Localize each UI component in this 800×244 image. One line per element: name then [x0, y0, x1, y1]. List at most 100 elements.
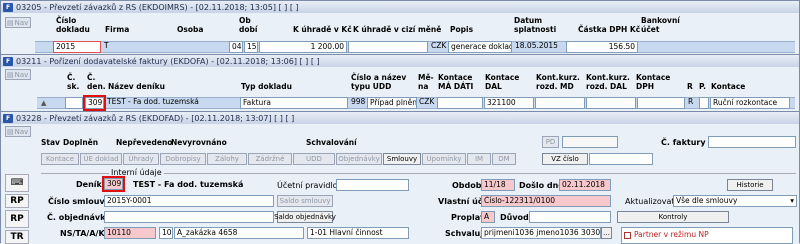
col-header-kontace-md: Kontace MÁ DÁTI — [438, 73, 474, 91]
status-stav-label: Stav — [41, 138, 60, 147]
ue-doklad-button[interactable]: ÚE doklad — [80, 153, 122, 165]
upominky-button[interactable]: Upomínky — [422, 153, 466, 165]
duvod-label: Důvod — [500, 213, 529, 222]
denik-field[interactable]: 309 — [102, 176, 125, 192]
vlastni-ucet-field[interactable]: Číslo-122311/0100 — [481, 195, 611, 207]
cell-kontace-md[interactable] — [437, 97, 483, 109]
window-titlebar[interactable]: F 03211 - Pořízení dodavatelské faktury … — [1, 55, 799, 67]
cell-kurz-md[interactable] — [535, 97, 585, 109]
cell-splatnost[interactable]: 18.05.2015 — [513, 41, 565, 53]
cell-r[interactable]: R — [686, 97, 697, 109]
cell-c-den[interactable]: 309 — [83, 95, 106, 111]
c-objednavky-field[interactable] — [104, 211, 274, 223]
partner-label: Partner v režimu NP — [634, 230, 709, 239]
ucetni-pravidlo-label: Účetní pravidlo — [277, 181, 338, 190]
rp-icon[interactable]: RP — [5, 194, 29, 208]
col-header-kurz-dal: Kont.kurz. rozd. DAL — [586, 73, 630, 91]
col-header-bankovni: Bankovní účet — [641, 16, 680, 34]
duvod-field[interactable] — [529, 211, 611, 223]
vz-cislo-button[interactable]: VZ číslo — [542, 153, 588, 165]
status-neprevedeno: Nepřevedeno — [116, 138, 173, 147]
cell-kurz-dal[interactable] — [586, 97, 636, 109]
zadrzne-button[interactable]: Zádržné — [248, 153, 292, 165]
zalohy-button[interactable]: Zálohy — [207, 153, 247, 165]
rp-flag-icon[interactable]: RP — [5, 210, 29, 228]
kp-field[interactable]: 1-01 Hlavní činnost — [307, 227, 409, 239]
ucetni-pravidlo-field[interactable] — [336, 179, 409, 191]
col-header-osoba: Osoba — [177, 25, 204, 34]
im-button[interactable]: IM — [467, 153, 491, 165]
cell-typ[interactable]: Faktura — [240, 97, 348, 109]
col-header-kontace-dal: Kontace DAL — [485, 73, 520, 91]
vse-dle-smlouvy-select[interactable]: Vše dle smlouvy ▾ — [673, 195, 797, 207]
c-objednavky-label: Č. objednávky — [47, 213, 111, 222]
cell-mena[interactable]: CZK — [429, 41, 449, 53]
historie-button[interactable]: Historie — [727, 179, 773, 191]
proplatit-field[interactable]: A — [481, 211, 495, 223]
udd-button[interactable]: UDD — [293, 153, 335, 165]
saldo-objednavky-button[interactable]: Saldo objednávky — [274, 211, 336, 223]
kontroly-button[interactable]: Kontroly — [617, 211, 729, 223]
smlouvy-button[interactable]: Smlouvy — [383, 153, 421, 165]
uhrady-button[interactable]: Úhrady — [123, 153, 159, 165]
kontace-button[interactable]: Kontace — [41, 153, 79, 165]
cell-udd[interactable]: 998 — [349, 97, 367, 109]
window-title: 03205 - Převzetí závazků z RS (EKDOIMRS)… — [16, 2, 299, 12]
col-header-nazev: Název deníku — [108, 82, 165, 91]
saldo-smlouvy-button[interactable]: Saldo smlouvy — [277, 195, 333, 207]
doslo-dne-label: Došlo dne — [519, 181, 564, 190]
cell-k-uhrade-cm[interactable] — [348, 41, 428, 53]
c-faktury-field[interactable] — [708, 136, 796, 148]
cell-ob[interactable]: 04 — [229, 41, 243, 53]
app-icon: F — [3, 2, 13, 12]
partner-checkbox[interactable] — [624, 232, 631, 239]
cell-firma[interactable]: T — [102, 41, 172, 53]
col-header-cislo: Číslo dokladu — [56, 16, 90, 34]
nav-button[interactable]: ▤ Nav — [5, 17, 31, 28]
vz-cislo-field[interactable] — [589, 153, 653, 165]
col-header-popis: Popis — [450, 25, 474, 34]
obdobi-field[interactable]: 11/18 — [481, 179, 515, 191]
calculator-icon[interactable]: ⌨ — [5, 174, 29, 192]
cell-nazev[interactable]: TEST - Fa dod. tuzemská — [105, 97, 239, 109]
cell-udd-name[interactable]: Případ plnění z — [367, 97, 417, 109]
col-header-k-uhrade: K úhradě v Kč — [293, 25, 352, 34]
cislo-smlouvy-field[interactable]: 2015Y-0001 — [104, 195, 274, 207]
nav-icon: ▤ — [7, 127, 14, 136]
tr-icon[interactable]: TR — [5, 230, 29, 244]
cell-doklad[interactable]: 2015 — [53, 41, 101, 53]
cell-kontace-dph[interactable] — [637, 97, 685, 109]
col-header-mena: Mě-na — [418, 73, 434, 91]
cell-p[interactable] — [699, 97, 709, 109]
row-selector-arrow-icon[interactable]: ▲ — [41, 99, 46, 107]
cell-dph[interactable]: 156.50 — [566, 41, 638, 53]
cell-k-uhrade[interactable]: 1 200.00 — [259, 41, 347, 53]
status-schvalovani: Schvalování — [306, 138, 357, 147]
pd-button[interactable]: PD — [542, 136, 559, 148]
cell-c-sk[interactable] — [65, 97, 83, 109]
window-title: 03228 - Převzetí závazků z RS (EKDOFAD) … — [16, 113, 295, 123]
cell-popis[interactable]: generace dokladu — [448, 41, 512, 53]
cell-mena[interactable]: CZK — [417, 97, 437, 109]
schvaluje-lookup-button[interactable]: … — [601, 227, 612, 239]
cell-obdobi[interactable]: 15 — [244, 41, 258, 53]
dobropisy-button[interactable]: Dobropisy — [160, 153, 206, 165]
window-titlebar[interactable]: F 03205 - Převzetí závazků z RS (EKDOIMR… — [1, 1, 799, 13]
window-titlebar[interactable]: F 03228 - Převzetí závazků z RS (EKDOFAD… — [1, 112, 799, 124]
cell-kontace[interactable]: Ruční rozkontace — [710, 97, 790, 109]
obdobi-label: Období — [452, 181, 485, 190]
ta-field[interactable]: 10 — [159, 227, 173, 239]
ns-field[interactable]: 10110 — [104, 227, 156, 239]
nav-button[interactable]: ▤ Nav — [5, 126, 31, 137]
pd-field[interactable] — [562, 136, 618, 148]
objednavky-button[interactable]: Objednávky — [336, 153, 382, 165]
col-header-udd: Číslo a název typu UDD — [351, 73, 407, 91]
col-header-c-sk: Č. sk. — [67, 73, 80, 91]
window-title: 03211 - Pořízení dodavatelské faktury (E… — [16, 56, 320, 66]
dm-button[interactable]: DM — [492, 153, 516, 165]
cell-kontace-dal[interactable]: 321100 — [484, 97, 534, 109]
a-field[interactable]: A_zakázka 4658 — [174, 227, 304, 239]
nav-button[interactable]: ▤ Nav — [5, 69, 31, 80]
doslo-dne-field[interactable]: 02.11.2018 — [559, 179, 611, 191]
schvaluje-field[interactable]: prijmeni1036 jmeno1036 3030 — [481, 227, 601, 239]
